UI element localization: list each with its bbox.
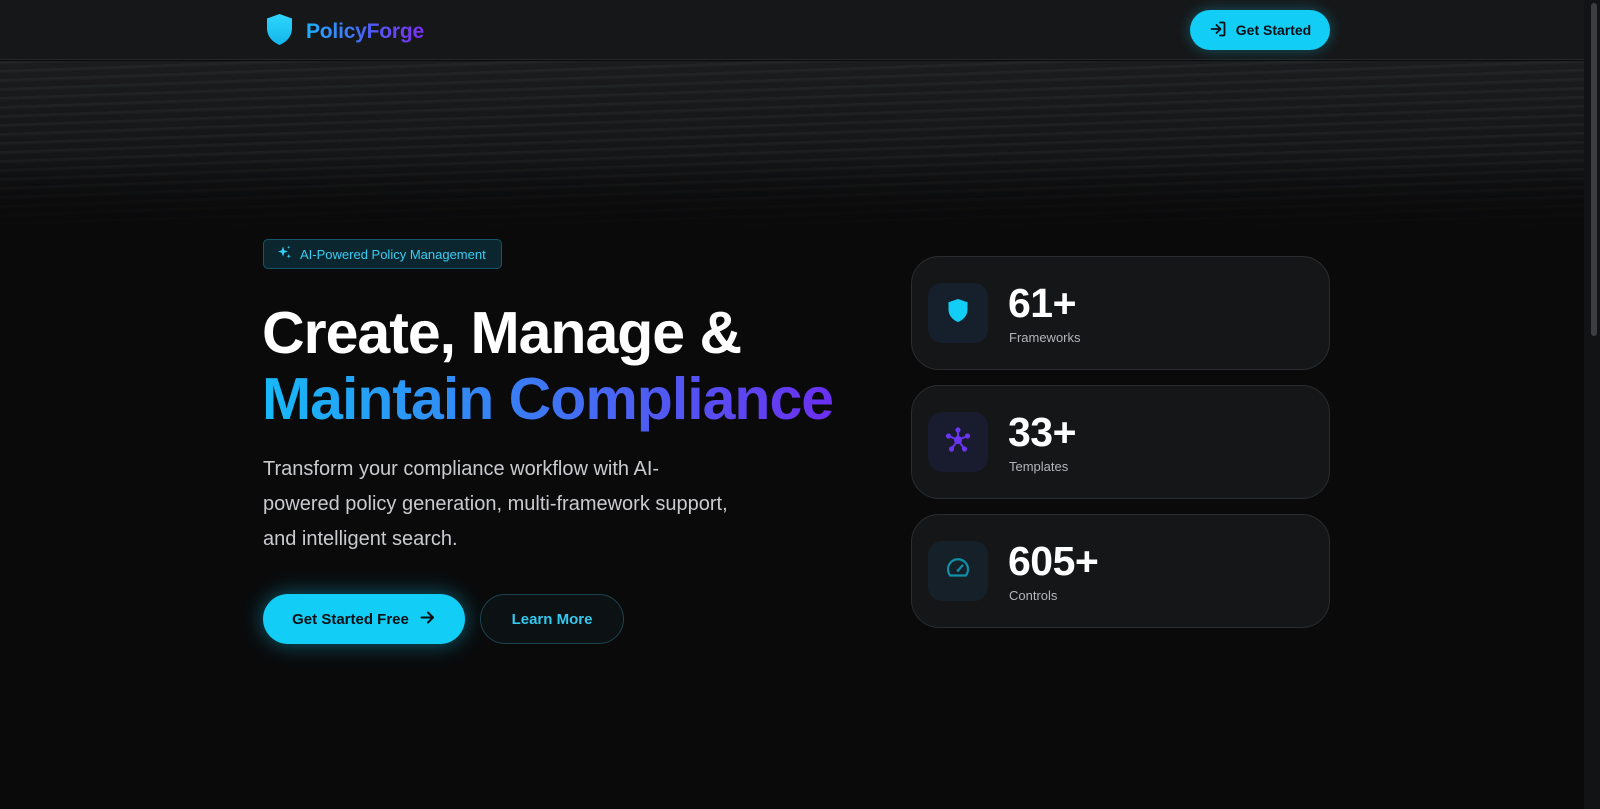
top-navigation: PolicyForge Get Started bbox=[0, 0, 1584, 60]
sign-in-icon bbox=[1209, 20, 1227, 41]
get-started-free-button[interactable]: Get Started Free bbox=[263, 594, 465, 644]
header-get-started-button[interactable]: Get Started bbox=[1190, 10, 1330, 50]
scrollbar-thumb[interactable] bbox=[1591, 3, 1597, 336]
stat-label: Templates bbox=[1009, 459, 1069, 474]
stat-icon-tile bbox=[928, 541, 988, 601]
landing-page: PolicyForge Get Started AI-Powered Polic… bbox=[0, 0, 1600, 809]
learn-more-label: Learn More bbox=[511, 610, 593, 628]
brand-name: PolicyForge bbox=[306, 20, 424, 43]
stat-label: Controls bbox=[1009, 588, 1058, 603]
get-started-free-label: Get Started Free bbox=[292, 610, 409, 628]
stat-value: 33+ bbox=[1008, 409, 1077, 455]
headline-line-1: Create, Manage & bbox=[262, 300, 742, 366]
learn-more-button[interactable]: Learn More bbox=[480, 594, 624, 644]
brand-logo[interactable]: PolicyForge bbox=[265, 13, 424, 51]
gauge-icon bbox=[945, 556, 971, 587]
shield-icon bbox=[947, 298, 969, 328]
stat-card-controls: 605+ Controls bbox=[911, 514, 1330, 628]
stat-icon-tile bbox=[928, 283, 988, 343]
shield-logo-icon bbox=[265, 13, 294, 51]
stat-card-frameworks: 61+ Frameworks bbox=[911, 256, 1330, 370]
sparkles-icon bbox=[277, 245, 292, 263]
hero-subtitle: Transform your compliance workflow with … bbox=[263, 458, 728, 550]
stat-icon-tile bbox=[928, 412, 988, 472]
hero-headline: Create, Manage & Maintain Compliance bbox=[262, 300, 834, 432]
header-get-started-label: Get Started bbox=[1235, 22, 1312, 38]
ai-badge-label: AI-Powered Policy Management bbox=[300, 246, 486, 262]
ai-badge: AI-Powered Policy Management bbox=[263, 239, 502, 269]
hero-background bbox=[0, 61, 1584, 231]
stat-value: 61+ bbox=[1008, 280, 1077, 326]
stat-label: Frameworks bbox=[1009, 330, 1081, 345]
stat-card-templates: 33+ Templates bbox=[911, 385, 1330, 499]
network-icon bbox=[944, 426, 972, 459]
arrow-right-icon bbox=[419, 609, 436, 630]
stat-value: 605+ bbox=[1008, 538, 1099, 584]
headline-line-2: Maintain Compliance bbox=[262, 366, 834, 432]
